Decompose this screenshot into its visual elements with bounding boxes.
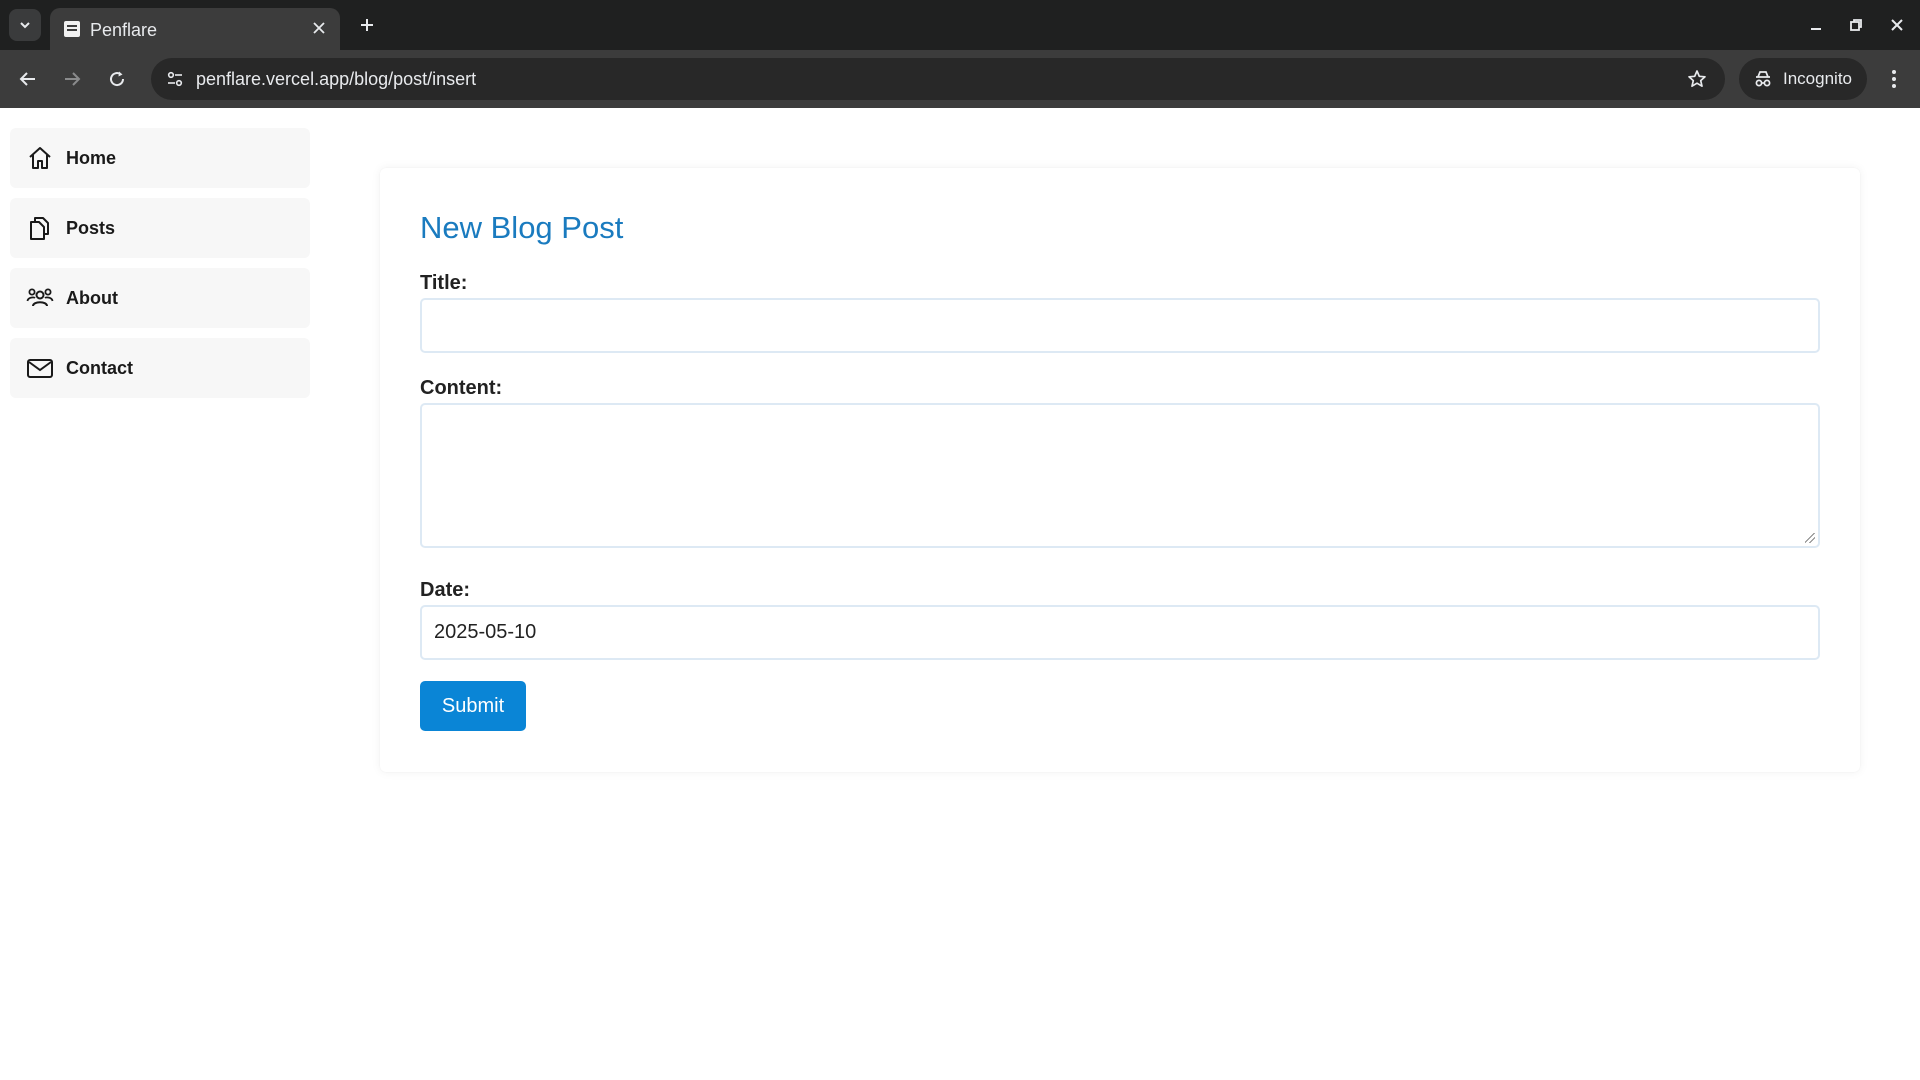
close-icon: [1891, 19, 1903, 31]
resize-handle-icon[interactable]: [1805, 533, 1815, 543]
restore-icon: [1850, 19, 1862, 31]
browser-menu-button[interactable]: [1878, 63, 1910, 95]
url-text[interactable]: penflare.vercel.app/blog/post/insert: [196, 69, 476, 90]
minimize-icon: [1811, 28, 1821, 30]
new-post-form-card: New Blog Post Title: Content: Date: 2025…: [380, 168, 1860, 772]
back-button[interactable]: [12, 63, 44, 95]
forward-button[interactable]: [56, 63, 88, 95]
browser-tab-strip: Penflare: [0, 0, 1920, 50]
submit-button[interactable]: Submit: [420, 681, 526, 731]
bookmark-button[interactable]: [1681, 63, 1713, 95]
home-icon: [26, 144, 54, 172]
browser-tab[interactable]: Penflare: [50, 8, 340, 50]
sidebar-nav: Home Posts About Contact: [10, 128, 310, 408]
site-info-button[interactable]: [159, 63, 191, 95]
content-textarea[interactable]: [420, 403, 1820, 548]
title-label: Title:: [420, 272, 468, 294]
incognito-indicator[interactable]: Incognito: [1739, 58, 1867, 100]
arrow-left-icon: [19, 72, 35, 86]
sidebar-item-contact[interactable]: Contact: [10, 338, 310, 398]
mail-icon: [26, 354, 54, 382]
plus-icon: [361, 19, 373, 31]
restore-window-button[interactable]: [1841, 10, 1871, 40]
sidebar-item-posts[interactable]: Posts: [10, 198, 310, 258]
content-label: Content:: [420, 377, 503, 399]
new-tab-button[interactable]: [352, 10, 382, 40]
title-input[interactable]: [420, 298, 1820, 353]
sidebar-item-label: Home: [66, 147, 117, 168]
close-icon: [313, 22, 325, 34]
users-icon: [26, 284, 54, 312]
sidebar-item-label: About: [66, 287, 118, 308]
sidebar-item-about[interactable]: About: [10, 268, 310, 328]
tab-title: Penflare: [90, 20, 158, 40]
sidebar-item-label: Contact: [66, 357, 133, 378]
star-icon: [1688, 70, 1706, 88]
reload-button[interactable]: [101, 63, 133, 95]
tab-search-button[interactable]: [9, 9, 41, 41]
sidebar-item-home[interactable]: Home: [10, 128, 310, 188]
incognito-icon: [1755, 71, 1771, 87]
tune-icon: [167, 71, 183, 87]
browser-toolbar: penflare.vercel.app/blog/post/insert Inc…: [0, 50, 1920, 108]
address-bar[interactable]: penflare.vercel.app/blog/post/insert: [151, 58, 1725, 100]
reload-icon: [110, 71, 125, 87]
kebab-menu-icon: [1892, 70, 1896, 88]
page-title: New Blog Post: [420, 210, 624, 245]
close-tab-button[interactable]: [308, 17, 330, 39]
date-label: Date:: [420, 579, 471, 601]
date-value: 2025-05-10: [434, 621, 537, 643]
sidebar-item-label: Posts: [66, 217, 116, 238]
page-favicon-icon: [64, 21, 80, 37]
chevron-down-icon: [20, 22, 30, 29]
documents-icon: [26, 214, 54, 242]
date-input[interactable]: 2025-05-10: [420, 605, 1820, 660]
incognito-label: Incognito: [1783, 69, 1852, 88]
arrow-right-icon: [65, 72, 81, 86]
close-window-button[interactable]: [1882, 10, 1912, 40]
minimize-window-button[interactable]: [1801, 10, 1831, 40]
